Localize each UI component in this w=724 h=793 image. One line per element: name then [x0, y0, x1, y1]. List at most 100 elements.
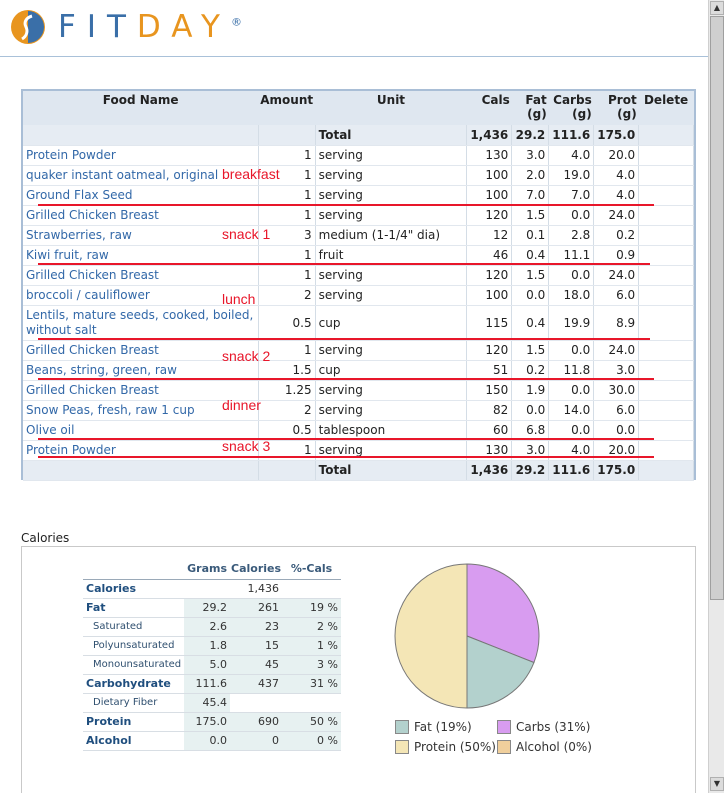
food-carbs: 11.1 [548, 245, 595, 266]
delete-cell[interactable] [638, 205, 694, 226]
header-fat[interactable]: Fat (g) [511, 91, 549, 125]
delete-cell[interactable] [638, 340, 694, 361]
delete-cell[interactable] [638, 245, 694, 266]
macro-grams: 2.6 [184, 617, 230, 637]
macro-grams [184, 579, 230, 599]
food-name-link[interactable]: Lentils, mature seeds, cooked, boiled, w… [26, 308, 253, 337]
delete-cell[interactable] [638, 285, 694, 306]
macro-pct: 31 % [282, 674, 341, 694]
macro-grams: 111.6 [184, 674, 230, 694]
food-row: Grilled Chicken Breast 1 serving 120 1.5 0.0 2… [23, 340, 694, 361]
legend-swatch-alcohol [497, 740, 511, 754]
food-name-cell: Protein Powder [23, 145, 259, 166]
food-name-link[interactable]: Olive oil [26, 423, 74, 437]
food-prot: 0.2 [593, 225, 640, 246]
macro-grams: 45.4 [184, 693, 230, 713]
food-name-link[interactable]: Grilled Chicken Breast [26, 343, 159, 357]
food-name-link[interactable]: Grilled Chicken Breast [26, 208, 159, 222]
food-fat: 1.5 [511, 340, 550, 361]
delete-cell[interactable] [638, 165, 694, 186]
delete-cell[interactable] [638, 380, 694, 401]
header-food-name[interactable]: Food Name [23, 91, 259, 125]
total-fat: 29.2 [511, 125, 550, 146]
header-cals[interactable]: Cals [466, 91, 512, 125]
food-fat: 6.8 [511, 420, 550, 441]
food-unit: tablespoon [315, 420, 468, 441]
macro-grams: 175.0 [184, 712, 230, 732]
scrollbar-thumb[interactable] [710, 16, 724, 600]
fitday-logo[interactable]: FITDAY® [10, 6, 242, 48]
header-prot[interactable]: Prot (g) [593, 91, 639, 125]
food-name-cell: Lentils, mature seeds, cooked, boiled, w… [23, 305, 259, 341]
header-amount[interactable]: Amount [258, 91, 316, 125]
total-prot: 175.0 [593, 460, 640, 481]
food-name-link[interactable]: Grilled Chicken Breast [26, 268, 159, 282]
delete-cell[interactable] [638, 400, 694, 421]
macro-calories: 261 [230, 598, 283, 618]
food-prot: 3.0 [593, 360, 640, 381]
food-prot: 24.0 [593, 340, 640, 361]
food-fat: 2.0 [511, 165, 550, 186]
food-name-link[interactable]: Protein Powder [26, 148, 116, 162]
macro-pct: 50 % [282, 712, 341, 732]
scroll-down-arrow-icon[interactable]: ▼ [710, 777, 724, 791]
delete-cell[interactable] [638, 360, 694, 381]
macro-calories: 690 [230, 712, 283, 732]
legend-item-protein: Protein (50%) [395, 740, 497, 754]
macro-row: Alcohol 0.0 0 0 % [83, 731, 341, 751]
food-name-link[interactable]: Ground Flax Seed [26, 188, 132, 202]
food-name-link[interactable]: broccoli / cauliflower [26, 288, 150, 302]
delete-cell[interactable] [638, 420, 694, 441]
food-amount: 1 [258, 145, 316, 166]
fitday-wordmark: FITDAY® [58, 9, 242, 45]
macro-pct: 19 % [282, 598, 341, 618]
food-prot: 6.0 [593, 400, 640, 421]
macro-label: Saturated [83, 617, 185, 637]
scroll-up-arrow-icon[interactable]: ▲ [710, 1, 724, 15]
food-name-link[interactable]: Beans, string, green, raw [26, 363, 177, 377]
delete-cell[interactable] [638, 225, 694, 246]
delete-cell[interactable] [638, 145, 694, 166]
macro-label: Calories [83, 579, 185, 599]
food-name-cell: Grilled Chicken Breast [23, 265, 259, 286]
vertical-scrollbar[interactable]: ▲ ▼ [708, 0, 724, 793]
food-name-link[interactable]: Grilled Chicken Breast [26, 383, 159, 397]
annotation-dinner: dinner [222, 397, 261, 413]
macro-pct: 2 % [282, 617, 341, 637]
food-name-link[interactable]: Snow Peas, fresh, raw 1 cup [26, 403, 195, 417]
food-unit: fruit [315, 245, 468, 266]
macro-label: Dietary Fiber [83, 693, 185, 713]
delete-cell[interactable] [638, 265, 694, 286]
header-unit[interactable]: Unit [315, 91, 467, 125]
food-cals: 60 [466, 420, 513, 441]
fitday-logo-icon [11, 10, 45, 44]
food-cals: 120 [466, 205, 513, 226]
food-prot: 6.0 [593, 285, 640, 306]
total-carbs: 111.6 [548, 460, 595, 481]
food-log-table: Food Name Amount Unit Cals Fat (g) Carbs(… [23, 91, 694, 481]
delete-cell[interactable] [638, 305, 694, 341]
total-fat: 29.2 [511, 460, 550, 481]
food-unit: medium (1-1/4" dia) [315, 225, 468, 246]
food-name-link[interactable]: quaker instant oatmeal, original [26, 168, 218, 182]
food-carbs: 18.0 [548, 285, 595, 306]
macro-row: Monounsaturated 5.0 45 3 % [83, 655, 341, 675]
food-carbs: 11.8 [548, 360, 595, 381]
food-fat: 0.4 [511, 245, 550, 266]
food-name-link[interactable]: Protein Powder [26, 443, 116, 457]
delete-cell[interactable] [638, 185, 694, 206]
macro-label: Carbohydrate [83, 674, 185, 694]
header-carbs[interactable]: Carbs (g) [548, 91, 594, 125]
macro-pct [282, 579, 341, 599]
food-prot: 24.0 [593, 205, 640, 226]
food-unit: serving [315, 145, 468, 166]
header-delete: Delete [638, 91, 694, 125]
pie-legend: Fat (19%) Carbs (31%) Protein (50%) Alco… [395, 717, 599, 757]
macro-label: Polyunsaturated [83, 636, 185, 656]
annotation-snack3: snack 3 [222, 438, 271, 454]
food-name-link[interactable]: Kiwi fruit, raw [26, 248, 109, 262]
calories-section-title: Calories [21, 531, 70, 545]
food-name-link[interactable]: Strawberries, raw [26, 228, 132, 242]
macro-calories: 23 [230, 617, 283, 637]
macro-calories: 437 [230, 674, 283, 694]
